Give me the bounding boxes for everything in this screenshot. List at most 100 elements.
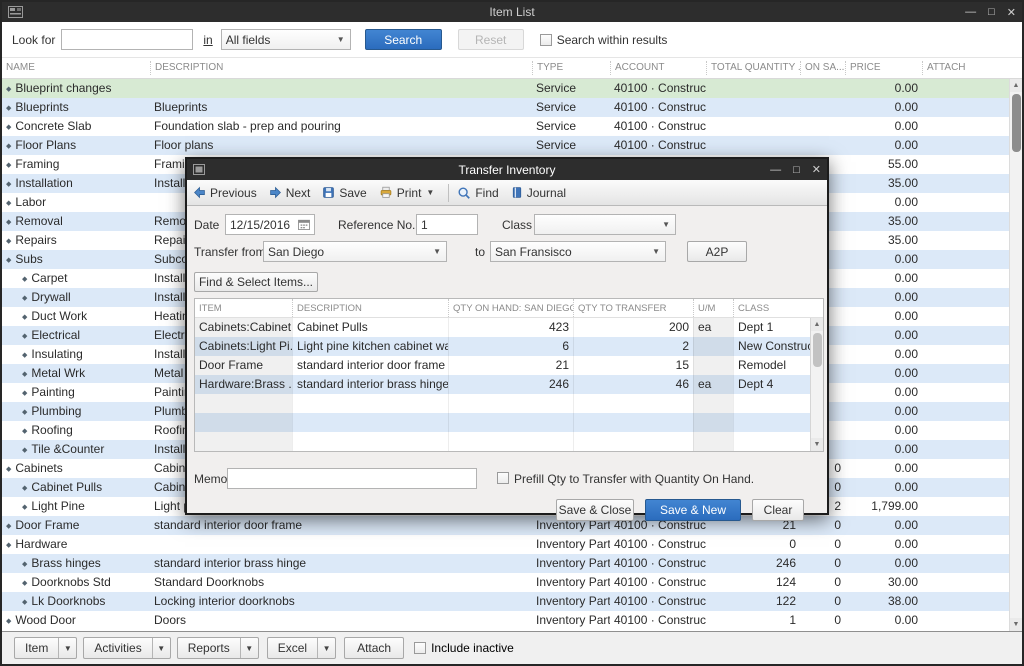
- diamond-bullet-icon: ◆: [6, 219, 11, 226]
- scroll-down-icon[interactable]: ▼: [1010, 618, 1022, 631]
- chevron-down-icon[interactable]: ▼: [240, 638, 258, 658]
- chevron-down-icon[interactable]: ▼: [426, 188, 434, 197]
- memo-input[interactable]: [227, 468, 477, 489]
- calendar-icon[interactable]: [298, 219, 310, 230]
- close-icon[interactable]: ✕: [812, 163, 821, 176]
- empty-row[interactable]: [195, 413, 823, 432]
- clear-button[interactable]: Clear: [752, 499, 804, 521]
- transfer-description[interactable]: Light pine kitchen cabinet wall u...: [292, 337, 448, 356]
- minimize-icon[interactable]: —: [770, 164, 781, 176]
- transfer-item[interactable]: Door Frame: [195, 356, 292, 375]
- search-button[interactable]: Search: [365, 29, 442, 50]
- transfer-class[interactable]: Dept 4: [733, 375, 811, 394]
- transfer-row[interactable]: Cabinets:Light Pi... Light pine kitchen …: [195, 337, 823, 356]
- transfer-um[interactable]: ea: [693, 318, 733, 337]
- scrollbar-thumb[interactable]: [1012, 94, 1021, 152]
- table-row[interactable]: ◆Concrete Slab Foundation slab - prep an…: [2, 117, 1022, 136]
- table-row[interactable]: ◆Blueprints Blueprints Service 40100 · C…: [2, 98, 1022, 117]
- main-scrollbar[interactable]: ▲ ▼: [1009, 79, 1022, 631]
- transfer-item[interactable]: Cabinets:Light Pi...: [195, 337, 292, 356]
- col-on-sa[interactable]: ON SA...: [800, 61, 845, 75]
- item-description: [150, 79, 532, 98]
- minimize-icon[interactable]: —: [965, 6, 976, 18]
- transfer-um[interactable]: [693, 337, 733, 356]
- transfer-description[interactable]: standard interior door frame: [292, 356, 448, 375]
- table-row[interactable]: ◆Wood Door Doors Inventory Part 40100 · …: [2, 611, 1022, 630]
- a2p-button[interactable]: A2P: [687, 241, 747, 262]
- item-price: 0.00: [845, 307, 922, 326]
- scroll-up-icon[interactable]: ▲: [811, 318, 823, 331]
- col-price[interactable]: PRICE: [845, 61, 922, 75]
- chevron-down-icon[interactable]: ▼: [317, 638, 335, 658]
- col-total-quantity[interactable]: TOTAL QUANTITY ...: [706, 61, 800, 75]
- print-button[interactable]: Print ▼: [379, 186, 435, 200]
- table-row[interactable]: ◆Doorknobs Std Standard Doorknobs Invent…: [2, 573, 1022, 592]
- transfer-qty-to-transfer[interactable]: 46: [573, 375, 693, 394]
- class-dropdown[interactable]: ▼: [534, 214, 676, 235]
- journal-button[interactable]: Journal: [511, 186, 566, 200]
- chevron-down-icon[interactable]: ▼: [58, 638, 76, 658]
- transfer-um[interactable]: [693, 356, 733, 375]
- transfer-qty-to-transfer[interactable]: 15: [573, 356, 693, 375]
- scroll-up-icon[interactable]: ▲: [1010, 79, 1022, 92]
- transfer-item[interactable]: Cabinets:Cabinet...: [195, 318, 292, 337]
- memo-label: Memo: [194, 468, 227, 490]
- save-close-button[interactable]: Save & Close: [556, 499, 634, 521]
- activities-menu-button[interactable]: Activities ▼: [83, 637, 170, 659]
- attach-button[interactable]: Attach: [344, 637, 404, 659]
- reference-input[interactable]: [416, 214, 478, 235]
- transfer-qty-to-transfer[interactable]: 200: [573, 318, 693, 337]
- col-type[interactable]: TYPE: [532, 61, 610, 75]
- empty-row[interactable]: [195, 394, 823, 413]
- transfer-class[interactable]: Remodel: [733, 356, 811, 375]
- include-inactive-checkbox[interactable]: [414, 642, 426, 654]
- scrollbar-thumb[interactable]: [813, 333, 822, 367]
- item-name-cell: ◆Roofing: [2, 421, 150, 440]
- save-new-button[interactable]: Save & New: [645, 499, 741, 521]
- next-button[interactable]: Next: [269, 186, 311, 200]
- item-price: 0.00: [845, 554, 922, 573]
- table-row[interactable]: ◆Blueprint changes Service 40100 · Const…: [2, 79, 1022, 98]
- maximize-icon[interactable]: □: [793, 164, 800, 176]
- look-for-input[interactable]: [61, 29, 193, 50]
- reports-menu-button[interactable]: Reports ▼: [177, 637, 259, 659]
- maximize-icon[interactable]: □: [988, 6, 995, 18]
- col-account[interactable]: ACCOUNT: [610, 61, 706, 75]
- transfer-class[interactable]: New Construc...: [733, 337, 811, 356]
- search-within-results-checkbox[interactable]: [540, 34, 552, 46]
- empty-row[interactable]: [195, 432, 823, 451]
- item-menu-button[interactable]: Item ▼: [14, 637, 77, 659]
- field-dropdown[interactable]: All fields ▼: [221, 29, 351, 50]
- find-select-items-button[interactable]: Find & Select Items...: [194, 272, 318, 292]
- close-icon[interactable]: ✕: [1007, 6, 1016, 19]
- transfer-class[interactable]: Dept 1: [733, 318, 811, 337]
- transfer-description[interactable]: Cabinet Pulls: [292, 318, 448, 337]
- table-row[interactable]: ◆Brass hinges standard interior brass hi…: [2, 554, 1022, 573]
- transfer-um[interactable]: ea: [693, 375, 733, 394]
- save-button[interactable]: Save: [322, 186, 366, 200]
- table-row[interactable]: ◆Hardware Inventory Part 40100 · Constru…: [2, 535, 1022, 554]
- transfer-row[interactable]: Door Frame standard interior door frame …: [195, 356, 823, 375]
- transfer-from-dropdown[interactable]: San Diego ▼: [263, 241, 447, 262]
- scroll-down-icon[interactable]: ▼: [811, 438, 823, 451]
- dialog-scrollbar[interactable]: ▲ ▼: [810, 318, 823, 451]
- transfer-qty-to-transfer[interactable]: 2: [573, 337, 693, 356]
- prefill-checkbox[interactable]: [497, 472, 509, 484]
- excel-menu-button[interactable]: Excel ▼: [267, 637, 336, 659]
- col-attach[interactable]: ATTACH: [922, 61, 1014, 75]
- item-name: Floor Plans: [15, 138, 76, 152]
- transfer-row[interactable]: Hardware:Brass ... standard interior bra…: [195, 375, 823, 394]
- find-button[interactable]: Find: [457, 186, 498, 200]
- transfer-row[interactable]: Cabinets:Cabinet... Cabinet Pulls 423 20…: [195, 318, 823, 337]
- transfer-description[interactable]: standard interior brass hinge: [292, 375, 448, 394]
- chevron-down-icon[interactable]: ▼: [152, 638, 170, 658]
- col-description[interactable]: DESCRIPTION: [150, 61, 532, 75]
- table-row[interactable]: ◆Lk Doorknobs Locking interior doorknobs…: [2, 592, 1022, 611]
- transfer-to-dropdown[interactable]: San Fransisco ▼: [490, 241, 666, 262]
- col-name[interactable]: NAME: [2, 61, 150, 75]
- date-input[interactable]: 12/15/2016: [225, 214, 315, 235]
- transfer-item[interactable]: Hardware:Brass ...: [195, 375, 292, 394]
- table-row[interactable]: ◆Floor Plans Floor plans Service 40100 ·…: [2, 136, 1022, 155]
- previous-button[interactable]: Previous: [193, 186, 257, 200]
- item-name: Drywall: [31, 290, 70, 304]
